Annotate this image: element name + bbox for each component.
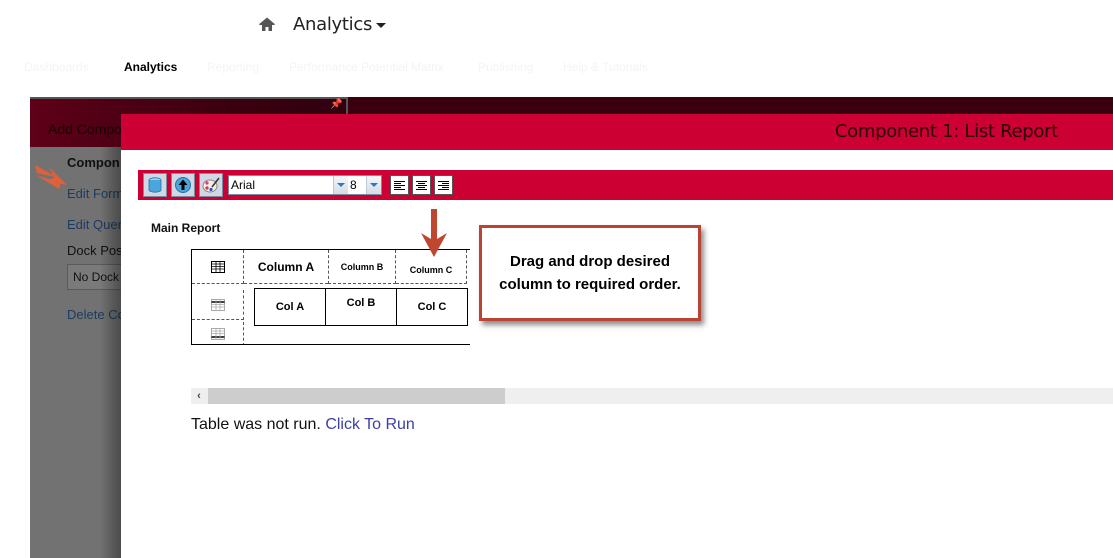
chevron-down-icon — [376, 22, 387, 28]
nav-item-help-tutorials[interactable]: Help & Tutorials — [563, 60, 648, 74]
table-icon — [210, 298, 225, 311]
report-toolbar: Arial 8 — [143, 172, 453, 198]
modal-shadow — [100, 147, 121, 558]
font-selector[interactable]: Arial 8 — [228, 175, 382, 195]
header-column-a[interactable]: Column A — [244, 250, 328, 284]
right-panel-header — [346, 97, 1113, 114]
nav-item-analytics[interactable]: Analytics — [124, 60, 177, 74]
chevron-down-icon — [337, 183, 345, 187]
component-modal: Component 1: List Report Arial 8 Main Re… — [121, 114, 1113, 558]
annotation-down-arrow-icon — [421, 209, 447, 257]
run-status: Table was not run. Click To Run — [191, 416, 415, 434]
header-column-b[interactable]: Column B — [328, 250, 396, 284]
palette-icon — [202, 177, 220, 193]
modal-header: Component 1: List Report — [121, 114, 1113, 150]
upload-button[interactable] — [171, 173, 195, 197]
data-column-b[interactable]: Col B — [326, 289, 397, 325]
status-text: Table was not run. — [191, 416, 321, 433]
report-layout-grid: Column A Column B Column C Col A Col B C… — [191, 249, 470, 345]
data-row-handle[interactable] — [192, 290, 244, 320]
nav-item-reporting[interactable]: Reporting — [207, 60, 259, 74]
main-nav: Dashboards Analytics Reporting Performan… — [0, 58, 1113, 78]
data-column-c[interactable]: Col C — [397, 289, 468, 325]
upload-icon — [175, 177, 191, 193]
database-button[interactable] — [143, 173, 167, 197]
align-left-button[interactable] — [390, 175, 409, 195]
nav-item-performance-potential-matrix[interactable]: Performance Potential Matrix — [289, 60, 444, 74]
data-column-a[interactable]: Col A — [255, 289, 326, 325]
horizontal-scrollbar[interactable]: ‹ — [191, 388, 1113, 404]
left-panel-title: Add Compo — [48, 121, 122, 137]
home-icon[interactable] — [259, 17, 275, 33]
main-report-label: Main Report — [151, 221, 221, 235]
nav-item-publishing[interactable]: Publishing — [478, 60, 533, 74]
font-dropdown-button[interactable] — [333, 176, 348, 194]
alignment-group — [390, 175, 453, 195]
table-header-row-handle[interactable] — [192, 250, 244, 284]
scrollbar-thumb[interactable] — [208, 388, 505, 404]
align-right-button[interactable] — [434, 175, 453, 195]
top-header: Analytics — [0, 0, 1113, 55]
font-name-value: Arial — [231, 178, 256, 192]
click-to-run-link[interactable]: Click To Run — [325, 416, 415, 433]
instruction-callout: Drag and drop desired column to required… — [479, 225, 701, 321]
nav-item-dashboards[interactable]: Dashboards — [24, 60, 89, 74]
font-size-dropdown-button[interactable] — [366, 176, 381, 194]
app-title-dropdown[interactable]: Analytics — [293, 14, 387, 35]
palette-button[interactable] — [199, 173, 223, 197]
pin-icon[interactable]: 📌 — [330, 99, 342, 110]
database-icon — [148, 177, 162, 193]
scroll-left-icon[interactable]: ‹ — [191, 388, 207, 404]
table-icon — [210, 260, 225, 273]
align-center-button[interactable] — [412, 175, 431, 195]
font-size-value: 8 — [350, 178, 357, 192]
footer-row-handle[interactable] — [192, 322, 244, 344]
app-title: Analytics — [293, 14, 373, 35]
chevron-down-icon — [370, 183, 378, 187]
modal-title: Component 1: List Report — [834, 121, 1058, 142]
data-columns-row: Col A Col B Col C — [254, 288, 468, 326]
annotation-arrow-icon — [35, 165, 67, 189]
table-icon — [210, 328, 225, 340]
